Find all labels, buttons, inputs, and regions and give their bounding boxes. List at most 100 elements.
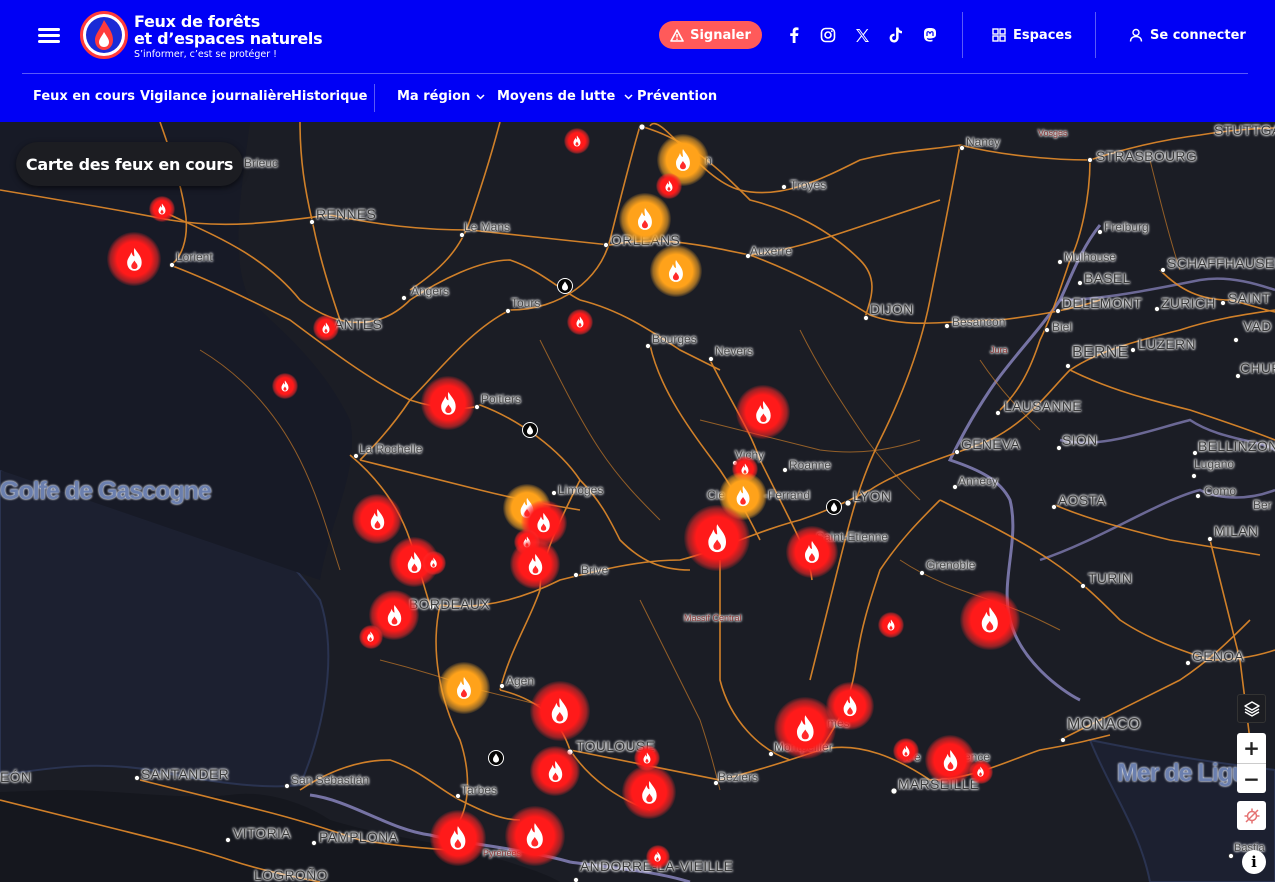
extinguished-fire-marker[interactable] <box>557 278 573 294</box>
region-label: Massif Central <box>684 613 742 623</box>
map-title-card: Carte des feux en cours <box>16 142 243 186</box>
fire-marker[interactable] <box>352 494 402 544</box>
extinguished-fire-marker[interactable] <box>522 422 538 438</box>
city-label: MILAN <box>1214 523 1259 539</box>
brand[interactable]: Feux de forêts et d’espaces naturels S’i… <box>134 13 323 60</box>
login-button[interactable]: Se connecter <box>1129 26 1246 44</box>
city-label: BORDEAUX <box>409 596 490 612</box>
fire-marker[interactable] <box>421 376 475 430</box>
nav-feux-en-cours[interactable]: Feux en cours <box>33 89 135 104</box>
fire-marker[interactable] <box>505 806 565 866</box>
fire-marker[interactable] <box>969 760 993 784</box>
city-label: Angers <box>411 284 450 298</box>
city-label: SAINT <box>1228 290 1271 306</box>
nav-ma-region[interactable]: Ma région <box>397 89 485 104</box>
zoom-out-button[interactable]: − <box>1237 763 1266 793</box>
city-label: CHUR <box>1240 360 1275 376</box>
city-label: Como <box>1204 484 1237 498</box>
fire-marker[interactable] <box>422 551 446 575</box>
nav-historique[interactable]: Historique <box>291 89 367 104</box>
fire-marker[interactable] <box>430 810 486 866</box>
espaces-button[interactable]: Espaces <box>992 26 1072 44</box>
espaces-label: Espaces <box>1013 27 1072 43</box>
extinguished-fire-marker[interactable] <box>488 750 504 766</box>
city-label: Mulhouse <box>1064 250 1117 264</box>
fire-marker[interactable] <box>107 232 161 286</box>
city-label: VAD <box>1243 318 1272 334</box>
city-label: STUTTGA <box>1214 122 1275 138</box>
facebook-icon[interactable] <box>784 25 804 45</box>
fire-marker[interactable] <box>149 196 175 222</box>
tiktok-icon[interactable] <box>886 25 906 45</box>
city-label: Le Mans <box>464 220 511 234</box>
city-label: SION <box>1062 432 1098 448</box>
menu-icon[interactable] <box>38 26 62 44</box>
city-label: Nancy <box>966 135 1001 149</box>
fire-map[interactable]: Brieuc RENNES Lorient Le Mans ORLÉANS An… <box>0 122 1275 882</box>
city-label: DELEMONT <box>1062 295 1143 311</box>
extinguished-fire-marker[interactable] <box>826 499 842 515</box>
nav-vigilance-label: Vigilance journalière <box>140 89 292 104</box>
city-label: DIJON <box>870 301 914 317</box>
layers-button[interactable] <box>1237 694 1266 723</box>
nav-moyens-label: Moyens de lutte <box>497 89 616 104</box>
fire-marker[interactable] <box>564 128 590 154</box>
geolocate-button[interactable] <box>1237 801 1266 830</box>
fire-marker[interactable] <box>510 539 560 589</box>
fire-marker[interactable] <box>925 735 975 785</box>
header-divider <box>962 12 963 58</box>
fire-marker[interactable] <box>650 245 702 297</box>
city-label: Freiburg <box>1104 220 1149 234</box>
fire-marker[interactable] <box>736 385 790 439</box>
fire-marker[interactable] <box>313 315 339 341</box>
city-label: Lugano <box>1194 457 1235 471</box>
site-header: Feux de forêts et d’espaces naturels S’i… <box>0 0 1275 122</box>
instagram-icon[interactable] <box>818 25 838 45</box>
header-divider <box>22 73 1248 74</box>
fire-marker[interactable] <box>530 681 590 741</box>
logo-icon[interactable] <box>80 11 128 59</box>
fire-marker[interactable] <box>774 697 836 759</box>
fire-marker[interactable] <box>438 662 490 714</box>
minus-icon: − <box>1243 766 1260 791</box>
fire-marker[interactable] <box>878 612 904 638</box>
city-label: SCHAFFHAUSEN <box>1167 255 1275 271</box>
sea-label: Mer de Ligu <box>1117 759 1247 787</box>
fire-marker[interactable] <box>622 765 676 819</box>
city-label: Beziers <box>718 770 759 784</box>
city-label: LUZERN <box>1138 336 1196 352</box>
nav-moyens-de-lutte[interactable]: Moyens de lutte <box>497 89 633 104</box>
chevron-down-icon <box>624 93 633 100</box>
signaler-label: Signaler <box>690 27 751 43</box>
fire-marker[interactable] <box>359 625 383 649</box>
city-label: Troyes <box>790 178 827 192</box>
city-label: Agen <box>506 674 535 688</box>
fire-marker[interactable] <box>786 526 838 578</box>
chevron-down-icon <box>476 93 485 100</box>
zoom-in-button[interactable]: + <box>1237 733 1266 763</box>
city-label: RENNES <box>316 206 377 222</box>
city-label: GENOA <box>1192 648 1245 664</box>
nav-vigilance[interactable]: Vigilance journalière <box>140 89 292 104</box>
city-label: Brieuc <box>244 156 279 170</box>
city-label: -Ferrand <box>764 488 811 502</box>
fire-marker[interactable] <box>893 738 919 764</box>
fire-marker[interactable] <box>960 590 1020 650</box>
fire-marker[interactable] <box>619 193 671 245</box>
fire-marker[interactable] <box>530 746 580 796</box>
nav-feux-en-cours-label: Feux en cours <box>33 89 135 104</box>
fire-marker[interactable] <box>656 173 682 199</box>
mastodon-icon[interactable] <box>920 25 940 45</box>
tagline: S’informer, c’est se protéger ! <box>134 49 277 60</box>
info-icon[interactable]: i <box>1242 850 1266 874</box>
city-label: Poitiers <box>481 392 522 406</box>
fire-marker[interactable] <box>684 505 750 571</box>
sea-label: Golfe de Gascogne <box>0 477 212 505</box>
fire-marker[interactable] <box>567 309 593 335</box>
city-label: Annecy <box>958 474 999 488</box>
nav-prevention[interactable]: Prévention <box>637 89 717 104</box>
signaler-button[interactable]: Signaler <box>659 21 762 49</box>
x-twitter-icon[interactable] <box>852 25 872 45</box>
fire-marker[interactable] <box>646 845 670 869</box>
fire-marker[interactable] <box>272 373 298 399</box>
